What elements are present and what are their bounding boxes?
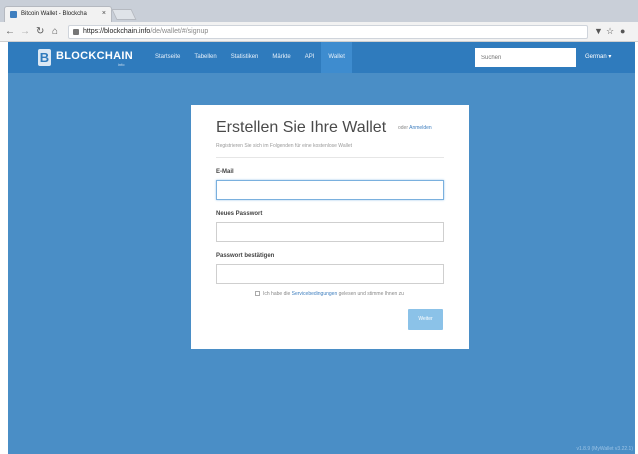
email-label: E-Mail — [216, 169, 234, 175]
confirm-password-label: Passwort bestätigen — [216, 253, 275, 259]
signup-subtitle: Registrieren Sie sich im Folgenden für e… — [216, 143, 352, 149]
terms-row: Ich habe die Servicebedingungen gelesen … — [255, 291, 404, 297]
login-prefix: oder — [398, 125, 409, 131]
password-label: Neues Passwort — [216, 211, 263, 217]
new-tab-button[interactable] — [111, 9, 137, 20]
terms-checkbox[interactable] — [255, 291, 260, 296]
lock-icon — [73, 29, 79, 35]
tab-title: Bitcoin Wallet - Blockcha — [21, 11, 87, 17]
login-link[interactable]: Anmelden — [409, 125, 432, 131]
terms-suffix: gelesen und stimme Ihnen zu — [338, 291, 404, 297]
reload-icon[interactable]: ↻ — [36, 25, 44, 39]
email-field[interactable] — [216, 180, 444, 200]
continue-button[interactable]: Weiter — [408, 309, 443, 330]
divider — [216, 157, 444, 158]
logo-text[interactable]: BLOCKCHAIN — [56, 50, 133, 62]
favicon-icon — [10, 11, 17, 18]
blockchain-logo-icon[interactable]: B — [38, 49, 51, 66]
password-field[interactable] — [216, 222, 444, 242]
browser-tab-strip: Bitcoin Wallet - Blockcha × — [0, 0, 638, 22]
home-icon[interactable]: ⌂ — [52, 25, 58, 39]
address-bar[interactable]: https://blockchain.info/de/wallet/#/sign… — [68, 25, 588, 39]
nav-links: Startseite Tabellen Statistiken Märkte A… — [148, 42, 352, 73]
page-body: B BLOCKCHAIN info Startseite Tabellen St… — [8, 42, 635, 454]
nav-link-maerkte[interactable]: Märkte — [265, 42, 297, 73]
signup-card: Erstellen Sie Ihre Wallet oder Anmelden … — [191, 105, 469, 349]
forward-icon[interactable]: → — [20, 25, 30, 39]
top-navbar: B BLOCKCHAIN info Startseite Tabellen St… — [8, 42, 635, 73]
nav-link-startseite[interactable]: Startseite — [148, 42, 187, 73]
url-path: /de/wallet/#/signup — [150, 28, 209, 35]
nav-link-statistiken[interactable]: Statistiken — [224, 42, 266, 73]
url-host: https://blockchain.info — [83, 28, 151, 35]
terms-link[interactable]: Servicebedingungen — [292, 291, 338, 297]
language-select[interactable]: German ▾ — [585, 53, 611, 60]
extension-icon[interactable]: ● — [620, 26, 625, 36]
terms-prefix: Ich habe die — [263, 291, 291, 297]
nav-link-wallet[interactable]: Wallet — [321, 42, 352, 73]
signup-title: Erstellen Sie Ihre Wallet — [216, 119, 387, 136]
login-link-text: oder Anmelden — [398, 125, 432, 131]
browser-tab[interactable]: Bitcoin Wallet - Blockcha × — [4, 6, 112, 22]
back-icon[interactable]: ← — [5, 25, 15, 39]
logo-subtext: info — [118, 62, 125, 67]
nav-link-api[interactable]: API — [298, 42, 322, 73]
version-label: v1.8.9 (MyWallet v3.22.1) — [576, 446, 633, 452]
nav-link-tabellen[interactable]: Tabellen — [187, 42, 223, 73]
browser-toolbar: ← → ↻ ⌂ https://blockchain.info/de/walle… — [0, 22, 638, 42]
filter-icon[interactable]: ▼ — [594, 26, 603, 36]
bookmark-star-icon[interactable]: ☆ — [606, 26, 614, 37]
tab-close-icon[interactable]: × — [102, 10, 106, 17]
confirm-password-field[interactable] — [216, 264, 444, 284]
search-input[interactable] — [475, 48, 576, 67]
